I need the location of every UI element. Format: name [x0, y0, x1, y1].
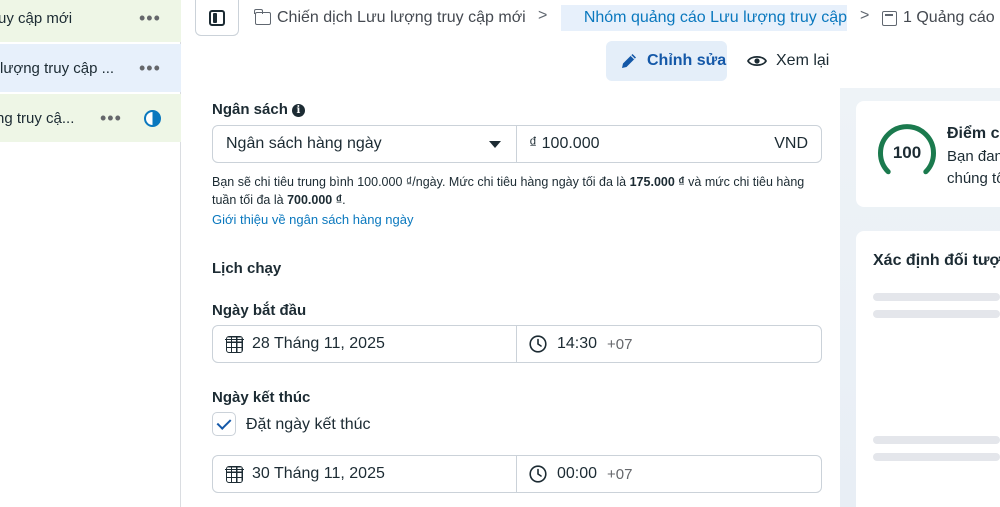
breadcrumb-campaign[interactable]: Chiến dịch Lưu lượng truy cập mới [254, 7, 526, 29]
help-max-weekly: 700.000 ₫ [287, 193, 343, 207]
ad-icon [882, 10, 897, 26]
budget-amount-input[interactable]: ₫ 100.000 VND [517, 126, 821, 162]
tree-item-label: ng truy cậ... [0, 109, 75, 127]
score-description: Bạn đan [947, 148, 1000, 165]
start-date-label: Ngày bắt đầu [212, 302, 307, 319]
start-time-input[interactable]: 14:30 +07 [517, 326, 821, 362]
end-timezone: +07 [607, 465, 633, 483]
breadcrumb-adset-label: Nhóm quảng cáo Lưu lượng truy cập [583, 9, 847, 26]
breadcrumb-campaign-label: Chiến dịch Lưu lượng truy cập mới [277, 9, 526, 26]
end-date-input[interactable]: 30 Tháng 11, 2025 [213, 456, 517, 492]
budget-type-select[interactable]: Ngân sách hàng ngày [213, 126, 517, 162]
tree-item-label: uy cập mới [0, 9, 73, 27]
end-date-label: Ngày kết thúc [212, 389, 311, 406]
caret-down-icon [489, 141, 501, 148]
info-icon[interactable]: i [291, 104, 305, 117]
folder-icon [254, 8, 271, 25]
chevron-right-icon: > [860, 7, 870, 24]
score-description: chúng tô [947, 170, 1000, 187]
budget-help-text: Bạn sẽ chi tiêu trung bình 100.000 ₫/ngà… [212, 173, 822, 209]
more-options-icon[interactable]: ••• [139, 58, 161, 79]
opportunity-score-card[interactable]: 100 Điểm c Bạn đan chúng tô [856, 101, 1000, 207]
schedule-section-label: Lịch chạy [212, 260, 282, 277]
checkmark-icon [216, 415, 232, 430]
clock-icon [529, 465, 547, 483]
start-time-value: 14:30 [557, 335, 598, 352]
half-circle-status-icon [144, 109, 161, 127]
set-end-date-label[interactable]: Đặt ngày kết thúc [246, 416, 371, 434]
sidebar-panel-icon [209, 9, 225, 26]
tab-edit-label: Chỉnh sửa [647, 52, 727, 69]
set-end-date-checkbox[interactable] [212, 412, 236, 436]
loading-placeholder [873, 453, 1000, 461]
breadcrumb-adset[interactable]: Nhóm quảng cáo Lưu lượng truy cập [561, 5, 847, 31]
score-value: 100 [892, 143, 922, 162]
start-date-input[interactable]: 28 Tháng 11, 2025 [213, 326, 517, 362]
currency-code: VND [774, 135, 808, 152]
eye-icon [747, 55, 767, 67]
budget-section-label: Ngân sách i [212, 101, 305, 118]
tree-item-campaign[interactable]: uy cập mới ••• [0, 0, 181, 42]
pencil-icon [622, 54, 636, 68]
breadcrumb-ads-label: 1 Quảng cáo [903, 9, 995, 26]
breadcrumb-ads[interactable]: 1 Quảng cáo [882, 7, 995, 29]
calendar-icon [225, 465, 244, 483]
budget-label: Ngân sách [212, 101, 288, 118]
adset-form: Ngân sách i Ngân sách hàng ngày ₫ 100.000… [182, 88, 840, 507]
start-date-value: 28 Tháng 11, 2025 [252, 335, 385, 352]
adset-grid-icon [565, 10, 578, 27]
end-datetime-row: 30 Tháng 11, 2025 00:00 +07 [212, 455, 822, 493]
loading-placeholder [873, 436, 1000, 444]
end-date-value: 30 Tháng 11, 2025 [252, 465, 385, 482]
help-text-part: . [342, 193, 346, 207]
tab-review[interactable]: Xem lại [737, 41, 847, 81]
loading-placeholder [873, 310, 1000, 318]
sidebar-toggle-button[interactable] [195, 0, 239, 36]
more-options-icon[interactable]: ••• [139, 8, 161, 29]
tree-item-adset[interactable]: lượng truy cập ... ••• [0, 44, 181, 92]
audience-definition-card: Xác định đối tượ [856, 231, 1000, 507]
help-text-part: Bạn sẽ chi tiêu trung bình 100.000 ₫/ngà… [212, 175, 630, 189]
calendar-icon [225, 335, 244, 353]
tab-review-label: Xem lại [776, 52, 830, 69]
loading-placeholder [873, 293, 1000, 301]
campaign-tree-panel: uy cập mới ••• lượng truy cập ... ••• ng… [0, 0, 181, 507]
tab-edit[interactable]: Chỉnh sửa [606, 41, 727, 81]
budget-help-link[interactable]: Giới thiệu về ngân sách hàng ngày [212, 212, 414, 227]
clock-icon [529, 335, 547, 353]
score-title: Điểm c [947, 125, 1000, 142]
start-datetime-row: 28 Tháng 11, 2025 14:30 +07 [212, 325, 822, 363]
budget-amount-value: ₫ 100.000 [529, 135, 600, 152]
budget-row: Ngân sách hàng ngày ₫ 100.000 VND [212, 125, 822, 163]
tree-item-ad[interactable]: ng truy cậ... ••• [0, 94, 181, 142]
chevron-right-icon: > [538, 7, 548, 24]
start-timezone: +07 [607, 335, 633, 353]
budget-type-value: Ngân sách hàng ngày [226, 135, 382, 152]
end-time-value: 00:00 [557, 465, 598, 482]
tree-item-label: lượng truy cập ... [0, 59, 115, 77]
more-options-icon[interactable]: ••• [100, 108, 122, 129]
breadcrumb: Chiến dịch Lưu lượng truy cập mới > Nhóm… [182, 0, 1000, 36]
end-time-input[interactable]: 00:00 +07 [517, 456, 821, 492]
help-max-daily: 175.000 ₫ [629, 175, 685, 189]
audience-title: Xác định đối tượ [873, 252, 1000, 269]
